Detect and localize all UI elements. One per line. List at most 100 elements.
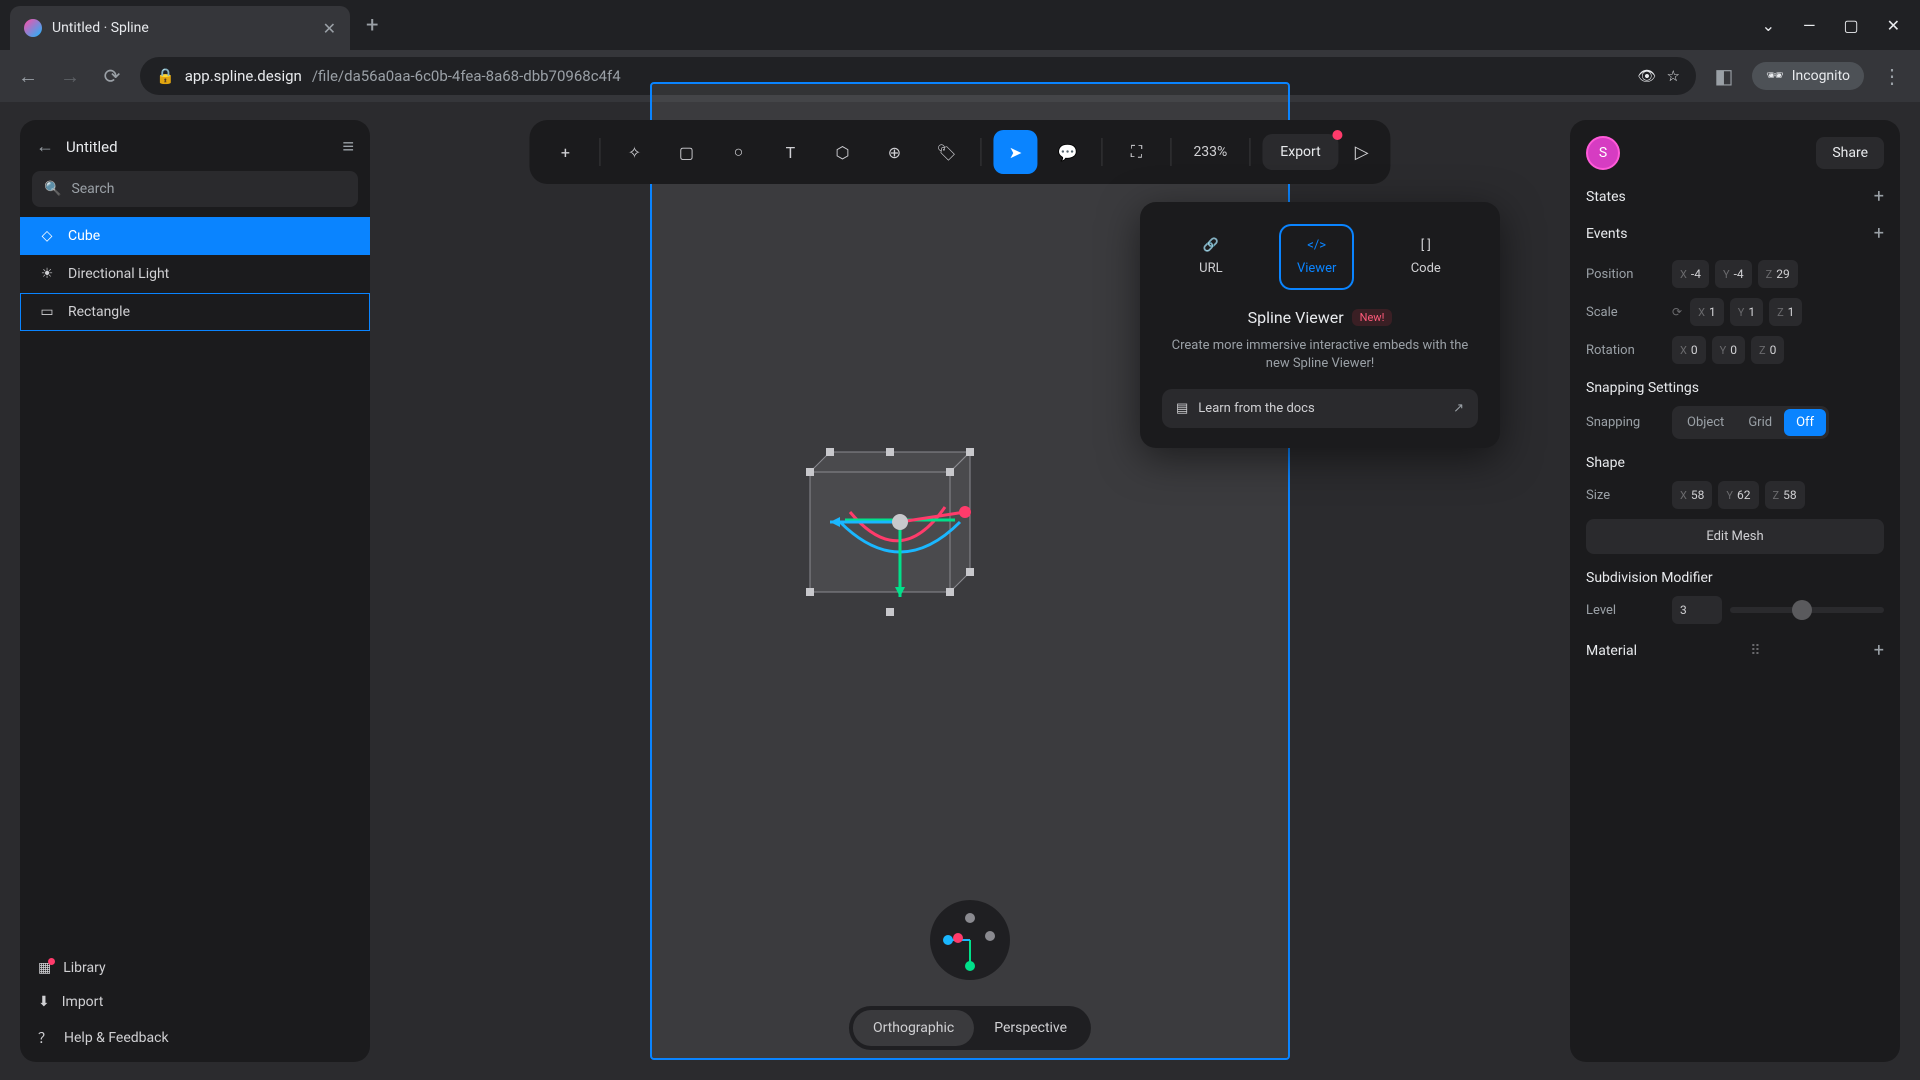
lock-icon: 🔒 <box>156 67 175 85</box>
library-button[interactable]: ▦ Library <box>38 960 352 976</box>
layer-cube[interactable]: ◇ Cube <box>20 217 370 255</box>
level-value-input[interactable]: 3 <box>1672 596 1722 624</box>
selected-object-gizmo[interactable] <box>770 412 1030 632</box>
comment-tool-icon[interactable]: 💬 <box>1045 130 1089 174</box>
cursor-tool-icon[interactable]: ➤ <box>993 130 1037 174</box>
close-tab-icon[interactable]: ✕ <box>323 19 336 38</box>
reload-icon[interactable]: ⟳ <box>98 64 126 88</box>
layers-list: ◇ Cube ☀ Directional Light ▭ Rectangle <box>20 217 370 960</box>
scale-z-input[interactable]: Z1 <box>1769 298 1802 326</box>
url-path: /file/da56a0aa-6c0b-4fea-8a68-dbb70968c4… <box>312 67 621 85</box>
eye-off-icon[interactable]: 👁 <box>1637 67 1656 85</box>
sphere-tool-icon[interactable]: ⊕ <box>872 130 916 174</box>
projection-toggle: Orthographic Perspective <box>849 1006 1091 1050</box>
spline-app: Orthographic Perspective ← Untitled ≡ 🔍 … <box>0 102 1920 1080</box>
level-slider[interactable] <box>1730 607 1884 613</box>
search-placeholder: Search <box>71 181 114 197</box>
snapping-grid[interactable]: Grid <box>1736 409 1784 436</box>
learn-label: Learn from the docs <box>1198 401 1314 416</box>
export-tab-code[interactable]: [ ] Code <box>1393 224 1459 290</box>
hamburger-icon[interactable]: ≡ <box>342 134 354 159</box>
rotation-x-input[interactable]: X0 <box>1672 336 1706 364</box>
top-toolbar: + ✧ ▢ ○ T ⬡ ⊕ 🏷 ➤ 💬 ⛶ 233% Export ▷ <box>529 120 1390 184</box>
search-icon: 🔍 <box>44 181 61 197</box>
incognito-badge[interactable]: 🕶 Incognito <box>1752 62 1864 90</box>
forward-icon[interactable]: → <box>56 64 84 89</box>
maximize-icon[interactable]: ▢ <box>1843 16 1858 35</box>
zoom-level[interactable]: 233% <box>1183 144 1237 160</box>
scale-x-input[interactable]: X1 <box>1690 298 1724 326</box>
tag-tool-icon[interactable]: 🏷 <box>924 130 968 174</box>
orientation-gizmo[interactable] <box>930 900 1010 980</box>
size-z-input[interactable]: Z58 <box>1765 481 1805 509</box>
cube-tool-icon[interactable]: ⬡ <box>820 130 864 174</box>
size-label: Size <box>1586 488 1664 503</box>
popover-title: Spline Viewer New! <box>1162 308 1478 327</box>
separator <box>980 138 981 166</box>
play-button[interactable]: ▷ <box>1347 142 1377 163</box>
edit-mesh-button[interactable]: Edit Mesh <box>1586 519 1884 554</box>
subdivision-heading: Subdivision Modifier <box>1586 570 1713 586</box>
add-button[interactable]: + <box>543 130 587 174</box>
export-button[interactable]: Export <box>1262 134 1338 170</box>
separator <box>1249 138 1250 166</box>
scale-y-input[interactable]: Y1 <box>1730 298 1763 326</box>
text-tool-icon[interactable]: T <box>768 130 812 174</box>
kebab-menu-icon[interactable]: ⋮ <box>1878 64 1906 88</box>
frame-tool-icon[interactable]: ⛶ <box>1114 130 1158 174</box>
close-window-icon[interactable]: ✕ <box>1887 16 1900 35</box>
help-button[interactable]: ？ Help & Feedback <box>38 1028 352 1048</box>
library-icon: ▦ <box>38 960 51 976</box>
browser-tab[interactable]: Untitled · Spline ✕ <box>10 6 350 50</box>
layer-search[interactable]: 🔍 Search <box>32 171 358 207</box>
size-y-input[interactable]: Y62 <box>1718 481 1758 509</box>
right-panel: S Share States+ Events+ Position X-4 Y-4… <box>1570 120 1900 1062</box>
import-button[interactable]: ⬇ Import <box>38 994 352 1010</box>
export-tab-viewer[interactable]: </> Viewer <box>1279 224 1354 290</box>
ellipse-tool-icon[interactable]: ○ <box>716 130 760 174</box>
link-icon: 🔗 <box>1203 238 1219 253</box>
separator <box>599 138 600 166</box>
back-icon[interactable]: ← <box>14 64 42 89</box>
material-options-icon[interactable]: ⠿ <box>1750 643 1760 659</box>
perspective-button[interactable]: Perspective <box>974 1010 1087 1046</box>
extensions-icon[interactable]: ◧ <box>1710 64 1738 88</box>
position-label: Position <box>1586 267 1664 282</box>
external-link-icon: ↗ <box>1453 401 1464 416</box>
help-label: Help & Feedback <box>64 1030 169 1046</box>
rotation-label: Rotation <box>1586 343 1664 358</box>
slider-thumb[interactable] <box>1792 600 1812 620</box>
position-x-input[interactable]: X-4 <box>1672 260 1709 288</box>
rotation-z-input[interactable]: Z0 <box>1751 336 1784 364</box>
learn-docs-link[interactable]: ▤ Learn from the docs ↗ <box>1162 389 1478 428</box>
file-title[interactable]: Untitled <box>66 138 330 156</box>
states-heading: States <box>1586 189 1626 205</box>
share-button[interactable]: Share <box>1816 137 1884 169</box>
orthographic-button[interactable]: Orthographic <box>853 1010 974 1046</box>
add-state-button[interactable]: + <box>1874 186 1884 207</box>
user-avatar[interactable]: S <box>1586 136 1620 170</box>
level-label: Level <box>1586 603 1664 618</box>
add-event-button[interactable]: + <box>1874 223 1884 244</box>
star-icon[interactable]: ☆ <box>1666 67 1679 85</box>
layer-rectangle[interactable]: ▭ Rectangle <box>20 293 370 331</box>
new-tab-button[interactable]: + <box>366 13 378 38</box>
link-scale-icon[interactable]: ⟳ <box>1672 305 1682 319</box>
browser-tab-strip: Untitled · Spline ✕ + ⌄ — ▢ ✕ <box>0 0 1920 50</box>
export-tab-url[interactable]: 🔗 URL <box>1181 224 1240 290</box>
size-x-input[interactable]: X58 <box>1672 481 1712 509</box>
snapping-off[interactable]: Off <box>1784 409 1826 436</box>
window-controls: ⌄ — ▢ ✕ <box>1762 16 1920 35</box>
layer-directional-light[interactable]: ☀ Directional Light <box>20 255 370 293</box>
rectangle-tool-icon[interactable]: ▢ <box>664 130 708 174</box>
chevron-down-icon[interactable]: ⌄ <box>1762 16 1775 35</box>
position-y-input[interactable]: Y-4 <box>1715 260 1752 288</box>
position-z-input[interactable]: Z29 <box>1758 260 1798 288</box>
back-arrow-icon[interactable]: ← <box>36 136 54 157</box>
layer-label: Rectangle <box>68 304 130 320</box>
minimize-icon[interactable]: — <box>1803 16 1816 35</box>
rotation-y-input[interactable]: Y0 <box>1712 336 1745 364</box>
pen-tool-icon[interactable]: ✧ <box>612 130 656 174</box>
add-material-button[interactable]: + <box>1874 640 1884 661</box>
snapping-object[interactable]: Object <box>1675 409 1736 436</box>
